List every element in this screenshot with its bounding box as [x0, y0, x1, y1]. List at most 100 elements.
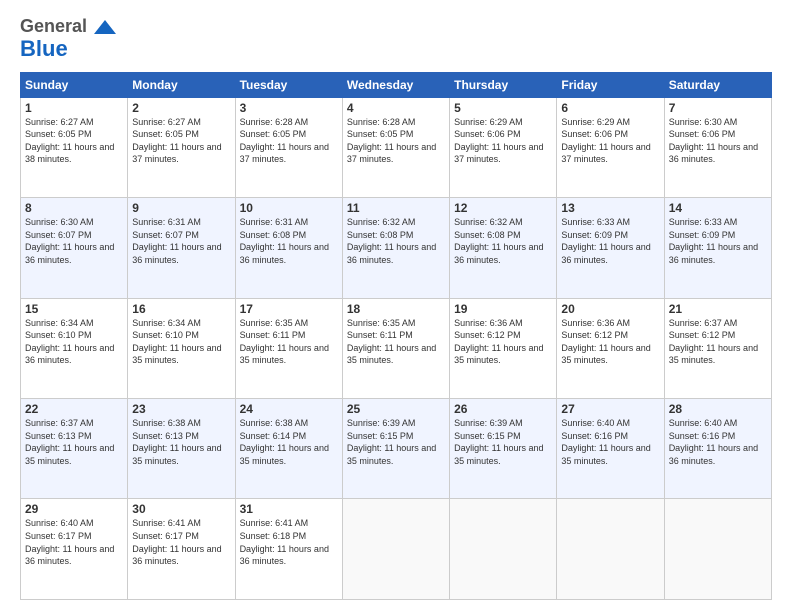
- day-number: 23: [132, 402, 230, 416]
- day-info: Sunrise: 6:28 AMSunset: 6:05 PMDaylight:…: [240, 116, 338, 166]
- calendar-day-cell: 30Sunrise: 6:41 AMSunset: 6:17 PMDayligh…: [128, 499, 235, 600]
- day-number: 19: [454, 302, 552, 316]
- calendar-day-cell: 28Sunrise: 6:40 AMSunset: 6:16 PMDayligh…: [664, 399, 771, 499]
- day-info: Sunrise: 6:39 AMSunset: 6:15 PMDaylight:…: [347, 417, 445, 467]
- calendar-day-cell: [557, 499, 664, 600]
- logo-blue: Blue: [20, 36, 68, 62]
- day-number: 16: [132, 302, 230, 316]
- day-info: Sunrise: 6:32 AMSunset: 6:08 PMDaylight:…: [347, 216, 445, 266]
- day-number: 28: [669, 402, 767, 416]
- day-number: 4: [347, 101, 445, 115]
- calendar-day-cell: 27Sunrise: 6:40 AMSunset: 6:16 PMDayligh…: [557, 399, 664, 499]
- calendar-day-cell: 20Sunrise: 6:36 AMSunset: 6:12 PMDayligh…: [557, 298, 664, 398]
- day-number: 30: [132, 502, 230, 516]
- day-info: Sunrise: 6:31 AMSunset: 6:07 PMDaylight:…: [132, 216, 230, 266]
- day-info: Sunrise: 6:38 AMSunset: 6:14 PMDaylight:…: [240, 417, 338, 467]
- calendar-day-cell: 11Sunrise: 6:32 AMSunset: 6:08 PMDayligh…: [342, 198, 449, 298]
- calendar-day-header: Saturday: [664, 72, 771, 97]
- day-info: Sunrise: 6:41 AMSunset: 6:17 PMDaylight:…: [132, 517, 230, 567]
- day-number: 26: [454, 402, 552, 416]
- calendar-day-cell: 10Sunrise: 6:31 AMSunset: 6:08 PMDayligh…: [235, 198, 342, 298]
- day-info: Sunrise: 6:35 AMSunset: 6:11 PMDaylight:…: [347, 317, 445, 367]
- day-number: 13: [561, 201, 659, 215]
- calendar-day-cell: 2Sunrise: 6:27 AMSunset: 6:05 PMDaylight…: [128, 97, 235, 197]
- day-info: Sunrise: 6:37 AMSunset: 6:12 PMDaylight:…: [669, 317, 767, 367]
- day-number: 29: [25, 502, 123, 516]
- day-number: 12: [454, 201, 552, 215]
- calendar-day-cell: 29Sunrise: 6:40 AMSunset: 6:17 PMDayligh…: [21, 499, 128, 600]
- day-info: Sunrise: 6:40 AMSunset: 6:16 PMDaylight:…: [669, 417, 767, 467]
- day-info: Sunrise: 6:38 AMSunset: 6:13 PMDaylight:…: [132, 417, 230, 467]
- day-info: Sunrise: 6:27 AMSunset: 6:05 PMDaylight:…: [25, 116, 123, 166]
- day-info: Sunrise: 6:34 AMSunset: 6:10 PMDaylight:…: [132, 317, 230, 367]
- day-info: Sunrise: 6:28 AMSunset: 6:05 PMDaylight:…: [347, 116, 445, 166]
- calendar-day-cell: 21Sunrise: 6:37 AMSunset: 6:12 PMDayligh…: [664, 298, 771, 398]
- day-number: 7: [669, 101, 767, 115]
- day-info: Sunrise: 6:40 AMSunset: 6:16 PMDaylight:…: [561, 417, 659, 467]
- day-number: 25: [347, 402, 445, 416]
- day-number: 6: [561, 101, 659, 115]
- calendar-day-header: Tuesday: [235, 72, 342, 97]
- calendar-day-cell: 19Sunrise: 6:36 AMSunset: 6:12 PMDayligh…: [450, 298, 557, 398]
- day-info: Sunrise: 6:41 AMSunset: 6:18 PMDaylight:…: [240, 517, 338, 567]
- day-number: 3: [240, 101, 338, 115]
- logo-general: General: [20, 16, 87, 36]
- day-info: Sunrise: 6:32 AMSunset: 6:08 PMDaylight:…: [454, 216, 552, 266]
- calendar-day-cell: 14Sunrise: 6:33 AMSunset: 6:09 PMDayligh…: [664, 198, 771, 298]
- calendar-day-cell: 3Sunrise: 6:28 AMSunset: 6:05 PMDaylight…: [235, 97, 342, 197]
- calendar-day-cell: 22Sunrise: 6:37 AMSunset: 6:13 PMDayligh…: [21, 399, 128, 499]
- calendar-table: SundayMondayTuesdayWednesdayThursdayFrid…: [20, 72, 772, 600]
- calendar-week-row: 1Sunrise: 6:27 AMSunset: 6:05 PMDaylight…: [21, 97, 772, 197]
- day-number: 31: [240, 502, 338, 516]
- calendar-day-cell: [450, 499, 557, 600]
- day-info: Sunrise: 6:36 AMSunset: 6:12 PMDaylight:…: [454, 317, 552, 367]
- calendar-day-cell: 8Sunrise: 6:30 AMSunset: 6:07 PMDaylight…: [21, 198, 128, 298]
- day-info: Sunrise: 6:33 AMSunset: 6:09 PMDaylight:…: [669, 216, 767, 266]
- day-number: 27: [561, 402, 659, 416]
- logo-icon: [94, 20, 116, 34]
- calendar-day-header: Monday: [128, 72, 235, 97]
- calendar-day-cell: 16Sunrise: 6:34 AMSunset: 6:10 PMDayligh…: [128, 298, 235, 398]
- day-number: 1: [25, 101, 123, 115]
- calendar-day-header: Thursday: [450, 72, 557, 97]
- calendar-week-row: 8Sunrise: 6:30 AMSunset: 6:07 PMDaylight…: [21, 198, 772, 298]
- day-number: 15: [25, 302, 123, 316]
- calendar-day-cell: 5Sunrise: 6:29 AMSunset: 6:06 PMDaylight…: [450, 97, 557, 197]
- calendar-day-cell: 15Sunrise: 6:34 AMSunset: 6:10 PMDayligh…: [21, 298, 128, 398]
- calendar-day-cell: 31Sunrise: 6:41 AMSunset: 6:18 PMDayligh…: [235, 499, 342, 600]
- calendar-day-cell: 13Sunrise: 6:33 AMSunset: 6:09 PMDayligh…: [557, 198, 664, 298]
- day-info: Sunrise: 6:29 AMSunset: 6:06 PMDaylight:…: [454, 116, 552, 166]
- day-info: Sunrise: 6:40 AMSunset: 6:17 PMDaylight:…: [25, 517, 123, 567]
- day-number: 18: [347, 302, 445, 316]
- calendar-day-header: Wednesday: [342, 72, 449, 97]
- day-number: 10: [240, 201, 338, 215]
- header: General Blue: [20, 16, 772, 62]
- calendar-day-cell: 12Sunrise: 6:32 AMSunset: 6:08 PMDayligh…: [450, 198, 557, 298]
- calendar-day-cell: 25Sunrise: 6:39 AMSunset: 6:15 PMDayligh…: [342, 399, 449, 499]
- calendar-week-row: 15 Sunrise: 6:34 AMSunset: 6:10 PMDayligh…: [21, 298, 772, 398]
- day-info: Sunrise: 6:37 AMSunset: 6:13 PMDaylight:…: [25, 417, 123, 467]
- calendar-day-cell: 4Sunrise: 6:28 AMSunset: 6:05 PMDaylight…: [342, 97, 449, 197]
- day-number: 8: [25, 201, 123, 215]
- calendar-day-cell: 6Sunrise: 6:29 AMSunset: 6:06 PMDaylight…: [557, 97, 664, 197]
- calendar-day-cell: 26Sunrise: 6:39 AMSunset: 6:15 PMDayligh…: [450, 399, 557, 499]
- calendar-day-cell: [664, 499, 771, 600]
- logo-text: General: [20, 16, 118, 38]
- day-info: Sunrise: 6:39 AMSunset: 6:15 PMDaylight:…: [454, 417, 552, 467]
- calendar-day-header: Friday: [557, 72, 664, 97]
- day-number: 20: [561, 302, 659, 316]
- day-info: Sunrise: 6:30 AMSunset: 6:07 PMDaylight:…: [25, 216, 123, 266]
- calendar-header-row: SundayMondayTuesdayWednesdayThursdayFrid…: [21, 72, 772, 97]
- day-info: Sunrise: 6:29 AMSunset: 6:06 PMDaylight:…: [561, 116, 659, 166]
- day-info: Sunrise: 6:36 AMSunset: 6:12 PMDaylight:…: [561, 317, 659, 367]
- day-number: 9: [132, 201, 230, 215]
- day-info: Sunrise: 6:31 AMSunset: 6:08 PMDaylight:…: [240, 216, 338, 266]
- calendar-day-cell: 7Sunrise: 6:30 AMSunset: 6:06 PMDaylight…: [664, 97, 771, 197]
- day-number: 5: [454, 101, 552, 115]
- calendar-week-row: 29Sunrise: 6:40 AMSunset: 6:17 PMDayligh…: [21, 499, 772, 600]
- calendar-day-cell: 1Sunrise: 6:27 AMSunset: 6:05 PMDaylight…: [21, 97, 128, 197]
- day-number: 17: [240, 302, 338, 316]
- day-number: 22: [25, 402, 123, 416]
- calendar-day-cell: 18Sunrise: 6:35 AMSunset: 6:11 PMDayligh…: [342, 298, 449, 398]
- day-number: 11: [347, 201, 445, 215]
